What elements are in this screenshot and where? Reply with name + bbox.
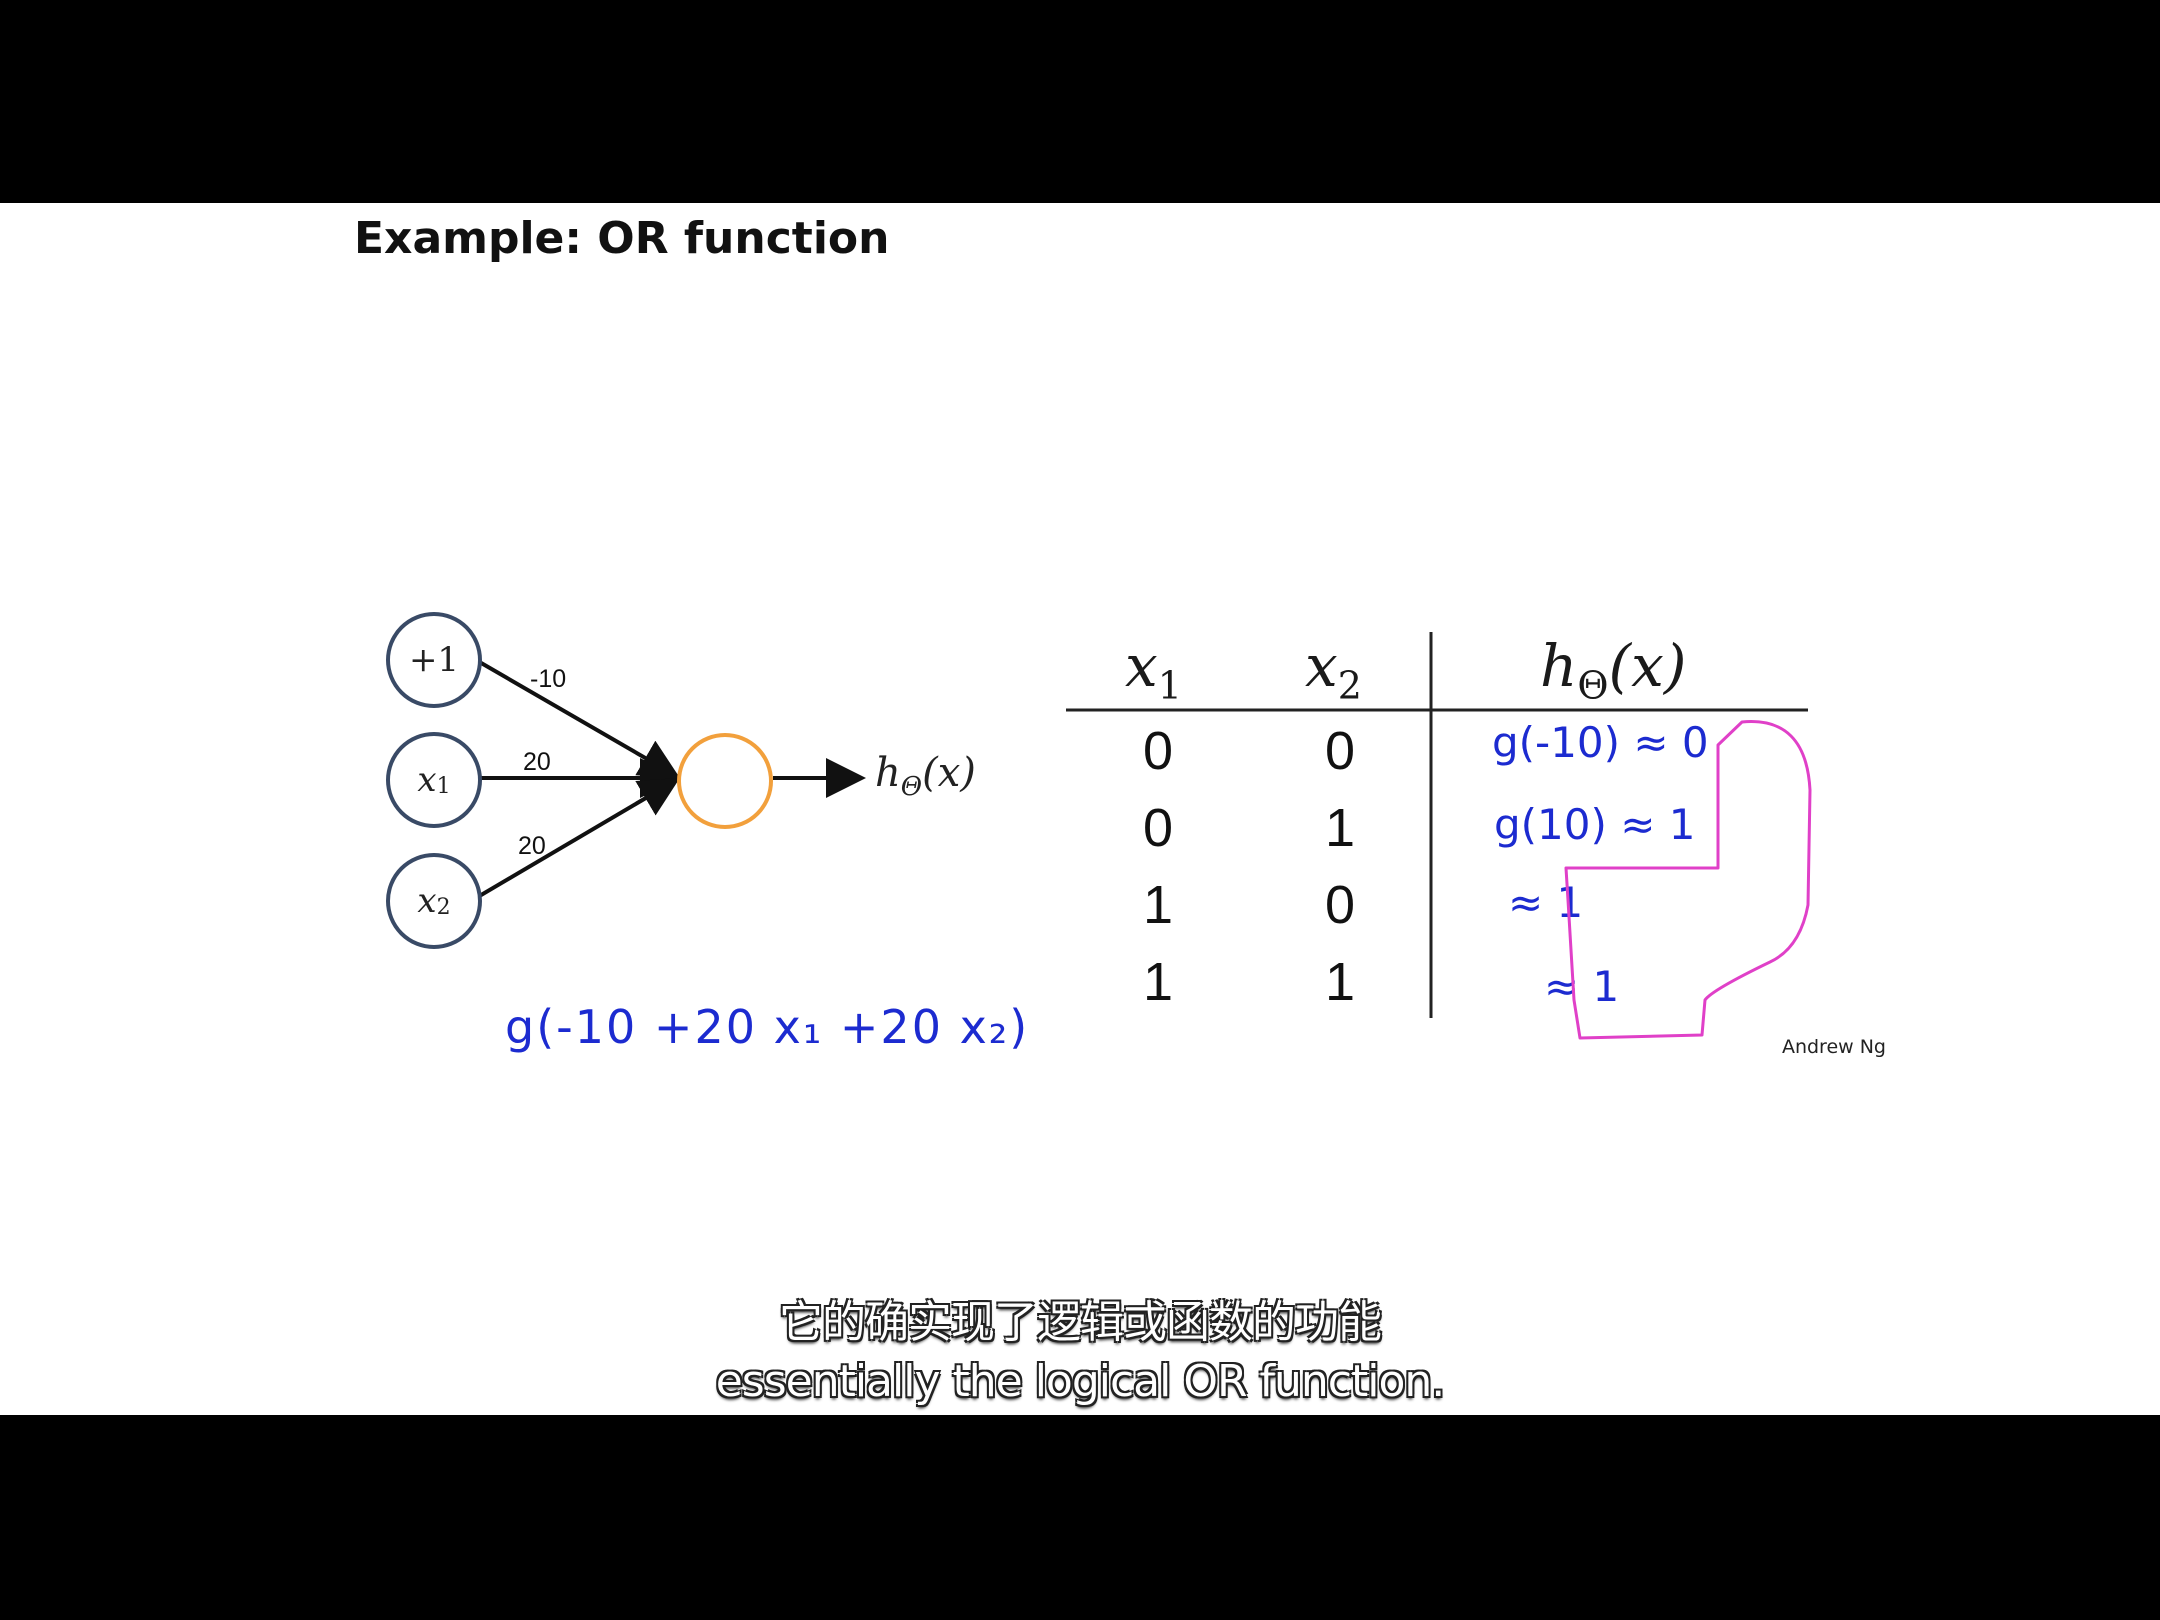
subtitle-english: essentially the logical OR function.	[715, 1356, 1446, 1407]
subtitle-chinese: 它的确实现了逻辑或函数的功能	[779, 1297, 1382, 1348]
subtitle-overlay: 它的确实现了逻辑或函数的功能 essentially the logical O…	[0, 1286, 2160, 1407]
pink-outline-path	[1564, 720, 1812, 1040]
slide-author: Andrew Ng	[1781, 1036, 1886, 1058]
